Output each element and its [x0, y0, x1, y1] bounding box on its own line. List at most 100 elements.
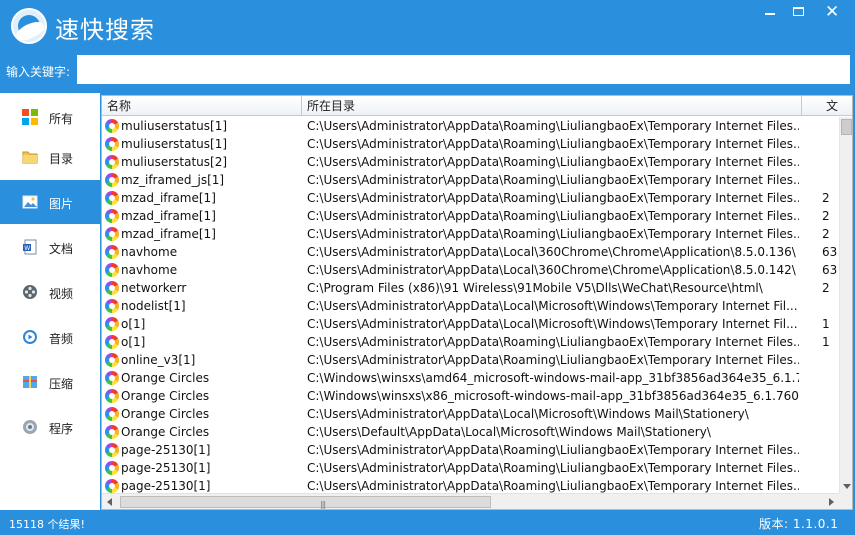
- scroll-left-arrow-icon[interactable]: [102, 494, 118, 509]
- table-row[interactable]: o[1] C:\Users\Administrator\AppData\Local…: [102, 315, 839, 333]
- file-directory-cell: C:\Users\Administrator\AppData\Roaming\L…: [307, 461, 799, 475]
- file-name-cell: navhome: [121, 245, 178, 259]
- minimize-button[interactable]: [756, 0, 784, 24]
- version-label: 版本: 1.1.0.1: [759, 517, 839, 531]
- table-row[interactable]: nodelist[1] C:\Users\Administrator\AppDat…: [102, 297, 839, 315]
- image-file-icon: [105, 335, 119, 349]
- app-title: 速快搜索: [55, 16, 155, 44]
- image-file-icon: [105, 317, 119, 331]
- table-row[interactable]: networkerr C:\Program Files (x86)\91 Wire…: [102, 279, 839, 297]
- table-row[interactable]: muliuserstatus[1] C:\Users\Administrator\…: [102, 117, 839, 135]
- file-name-cell: page-25130[1]: [121, 479, 211, 493]
- vertical-scroll-thumb[interactable]: [841, 119, 852, 135]
- sidebar-item-4[interactable]: 视频: [0, 270, 100, 314]
- file-name-cell: o[1]: [121, 317, 146, 331]
- horizontal-scroll-thumb[interactable]: |||: [120, 496, 491, 509]
- file-size-cell: 2: [822, 281, 830, 295]
- horizontal-scrollbar[interactable]: |||: [102, 493, 839, 509]
- sidebar-item-label: 所有: [49, 112, 74, 126]
- image-file-icon: [105, 137, 119, 151]
- scroll-down-arrow-icon[interactable]: [840, 479, 852, 493]
- image-file-icon: [105, 155, 119, 169]
- sidebar-item-label: 目录: [49, 152, 74, 166]
- file-directory-cell: C:\Users\Administrator\AppData\Roaming\L…: [307, 227, 799, 241]
- vertical-scrollbar[interactable]: [839, 117, 852, 493]
- maximize-button[interactable]: [784, 0, 812, 24]
- file-directory-cell: C:\Windows\winsxs\amd64_microsoft-window…: [307, 371, 799, 385]
- image-file-icon: [105, 281, 119, 295]
- audio-play-icon: [22, 329, 38, 345]
- image-file-icon: [105, 173, 119, 187]
- file-size-cell: 63: [822, 263, 838, 277]
- table-row[interactable]: mzad_iframe[1] C:\Users\Administrator\App…: [102, 207, 839, 225]
- document-icon: W: [22, 239, 38, 255]
- file-name-cell: muliuserstatus[1]: [121, 119, 228, 133]
- column-header-name[interactable]: 名称: [102, 96, 302, 116]
- file-directory-cell: C:\Users\Administrator\AppData\Roaming\L…: [307, 353, 799, 367]
- sidebar-item-2[interactable]: 图片: [0, 180, 100, 224]
- file-name-cell: Orange Circles: [121, 389, 210, 403]
- title-bar[interactable]: 速快搜索 ✕: [0, 0, 855, 52]
- image-file-icon: [105, 245, 119, 259]
- table-row[interactable]: page-25130[1] C:\Users\Administrator\AppD…: [102, 441, 839, 459]
- file-directory-cell: C:\Windows\winsxs\x86_microsoft-windows-…: [307, 389, 799, 403]
- table-body: muliuserstatus[1] C:\Users\Administrator\…: [102, 117, 839, 493]
- table-row[interactable]: navhome C:\Users\Administrator\AppData\Lo…: [102, 243, 839, 261]
- table-row[interactable]: Orange Circles C:\Users\Default\AppData\L…: [102, 423, 839, 441]
- table-row[interactable]: mz_iframed_js[1] C:\Users\Administrator\A…: [102, 171, 839, 189]
- table-row[interactable]: mzad_iframe[1] C:\Users\Administrator\App…: [102, 189, 839, 207]
- file-name-cell: page-25130[1]: [121, 443, 211, 457]
- file-size-cell: 63: [822, 245, 838, 259]
- file-directory-cell: C:\Users\Administrator\AppData\Roaming\L…: [307, 191, 799, 205]
- image-file-icon: [105, 461, 119, 475]
- image-file-icon: [105, 191, 119, 205]
- table-row[interactable]: Orange Circles C:\Users\Administrator\App…: [102, 405, 839, 423]
- column-header-size[interactable]: 文: [802, 96, 852, 116]
- scroll-right-arrow-icon[interactable]: [823, 494, 839, 509]
- sidebar-item-label: 压缩: [49, 377, 74, 391]
- image-file-icon: [105, 353, 119, 367]
- sidebar-item-1[interactable]: 目录: [0, 135, 100, 179]
- table-row[interactable]: o[1] C:\Users\Administrator\AppData\Roami…: [102, 333, 839, 351]
- sidebar-item-5[interactable]: 音频: [0, 315, 100, 359]
- image-file-icon: [105, 227, 119, 241]
- file-directory-cell: C:\Users\Administrator\AppData\Roaming\L…: [307, 119, 799, 133]
- scrollbar-corner: [839, 493, 852, 509]
- image-file-icon: [105, 407, 119, 421]
- file-directory-cell: C:\Users\Administrator\AppData\Roaming\L…: [307, 173, 799, 187]
- file-directory-cell: C:\Users\Administrator\AppData\Roaming\L…: [307, 335, 799, 349]
- table-row[interactable]: muliuserstatus[1] C:\Users\Administrator\…: [102, 135, 839, 153]
- search-input[interactable]: [77, 55, 850, 84]
- file-name-cell: mzad_iframe[1]: [121, 209, 216, 223]
- sidebar-item-3[interactable]: W 文档: [0, 225, 100, 269]
- result-count: 15118 个结果!: [9, 518, 85, 531]
- table-row[interactable]: online_v3[1] C:\Users\Administrator\AppDa…: [102, 351, 839, 369]
- column-header-directory[interactable]: 所在目录: [302, 96, 802, 116]
- file-name-cell: muliuserstatus[1]: [121, 137, 228, 151]
- table-row[interactable]: page-25130[1] C:\Users\Administrator\AppD…: [102, 459, 839, 477]
- table-row[interactable]: navhome C:\Users\Administrator\AppData\Lo…: [102, 261, 839, 279]
- scroll-grip-icon: |||: [320, 500, 326, 509]
- archive-icon: [22, 374, 38, 390]
- table-row[interactable]: muliuserstatus[2] C:\Users\Administrator\…: [102, 153, 839, 171]
- app-window: 速快搜索 ✕ 输入关键字: 所有 目录 图片 W 文档 视频 音频 压缩 程序 名称 所在目录 …: [0, 0, 855, 535]
- file-directory-cell: C:\Program Files (x86)\91 Wireless\91Mob…: [307, 281, 763, 295]
- maximize-icon: [793, 7, 804, 16]
- sidebar-item-label: 视频: [49, 287, 74, 301]
- sidebar-item-7[interactable]: 程序: [0, 405, 100, 449]
- table-row[interactable]: Orange Circles C:\Windows\winsxs\amd64_mi…: [102, 369, 839, 387]
- table-row[interactable]: page-25130[1] C:\Users\Administrator\AppD…: [102, 477, 839, 493]
- svg-text:W: W: [24, 245, 30, 252]
- image-file-icon: [105, 119, 119, 133]
- close-button[interactable]: ✕: [818, 0, 846, 24]
- sidebar-item-label: 文档: [49, 242, 74, 256]
- file-name-cell: o[1]: [121, 335, 146, 349]
- image-file-icon: [105, 209, 119, 223]
- table-row[interactable]: Orange Circles C:\Windows\winsxs\x86_micr…: [102, 387, 839, 405]
- sidebar-item-0[interactable]: 所有: [0, 95, 100, 139]
- file-name-cell: mzad_iframe[1]: [121, 227, 216, 241]
- file-name-cell: Orange Circles: [121, 425, 210, 439]
- sidebar-item-6[interactable]: 压缩: [0, 360, 100, 404]
- file-name-cell: page-25130[1]: [121, 461, 211, 475]
- table-row[interactable]: mzad_iframe[1] C:\Users\Administrator\App…: [102, 225, 839, 243]
